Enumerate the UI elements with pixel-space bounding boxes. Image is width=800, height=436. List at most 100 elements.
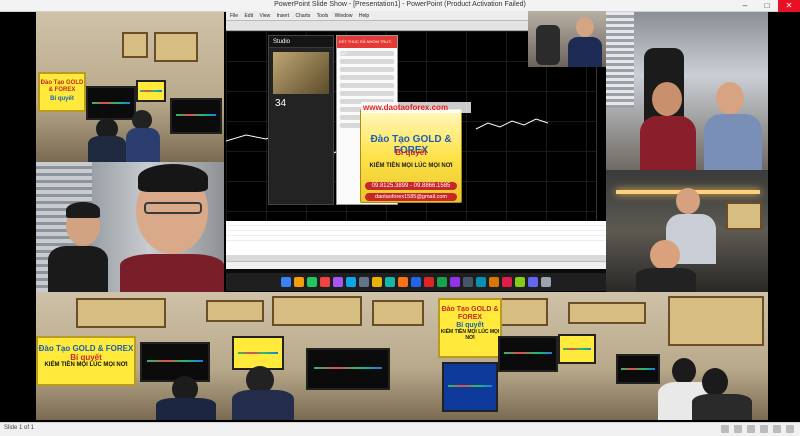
person-head xyxy=(132,110,152,130)
previous-icon[interactable] xyxy=(721,425,729,433)
wall-picture xyxy=(668,296,764,346)
app-icon[interactable] xyxy=(359,277,369,287)
slide-status-bar: Slide 1 of 1 xyxy=(0,422,800,436)
wall-picture xyxy=(726,202,762,230)
table-row[interactable] xyxy=(226,236,606,241)
slide-show-window: PowerPoint Slide Show - [Presentation1] … xyxy=(0,0,800,436)
maximize-button[interactable]: □ xyxy=(756,0,778,12)
menu-item-window[interactable]: Window xyxy=(335,13,353,19)
app-icon[interactable] xyxy=(411,277,421,287)
wall-picture xyxy=(154,32,198,62)
chat-message xyxy=(340,67,394,72)
menu-item-file[interactable]: File xyxy=(230,13,238,19)
promo-phone: 09.8125.3899 - 09.8866.1585 xyxy=(365,182,457,190)
chat-message xyxy=(340,91,394,96)
app-icon[interactable] xyxy=(372,277,382,287)
person-body xyxy=(568,37,602,67)
live-studio-panel: Studio 34 xyxy=(268,35,334,205)
menu-item-tools[interactable]: Tools xyxy=(317,13,329,19)
stream-thumbnail xyxy=(273,52,329,94)
sign-title: Đào Tạo GOLD & FOREX xyxy=(441,306,499,322)
promo-email: daotaoforex1585@gmail.com xyxy=(365,193,457,201)
app-icon[interactable] xyxy=(320,277,330,287)
person-hair xyxy=(138,164,208,192)
slide-indicator: Slide 1 of 1 xyxy=(4,425,35,431)
person-body xyxy=(232,390,294,420)
person-head xyxy=(650,240,680,270)
sign-slogan: KIẾM TIỀN MỌI LÚC MỌI NƠI xyxy=(44,362,128,369)
trading-monitor xyxy=(136,80,166,102)
finder-icon[interactable] xyxy=(281,277,291,287)
menu-item-view[interactable]: View xyxy=(259,13,270,19)
app-icon[interactable] xyxy=(463,277,473,287)
sign-subtitle: Bí quyết xyxy=(50,95,74,102)
person-head xyxy=(716,82,744,114)
person-head xyxy=(676,188,700,214)
video-tile-trading-room-1: Đào Tạo GOLD & FOREX Bí quyết xyxy=(36,12,224,162)
app-icon[interactable] xyxy=(398,277,408,287)
trading-monitor xyxy=(170,98,222,134)
trading-monitor xyxy=(86,86,136,120)
app-icon[interactable] xyxy=(294,277,304,287)
zoom-icon[interactable] xyxy=(773,425,781,433)
chat-message xyxy=(340,59,394,64)
website-url: www.daotaoforex.com xyxy=(361,102,471,113)
video-tile-selfie xyxy=(36,162,224,292)
app-icon[interactable] xyxy=(333,277,343,287)
next-icon[interactable] xyxy=(734,425,742,433)
more-options-icon[interactable] xyxy=(786,425,794,433)
trading-monitor xyxy=(232,336,284,370)
chat-message xyxy=(340,75,394,80)
person-body xyxy=(692,394,752,420)
pen-icon[interactable] xyxy=(747,425,755,433)
end-live-button[interactable]: KẾT THÚC RÂ NHÓM TRỰC TIẾP xyxy=(337,36,397,56)
app-icon[interactable] xyxy=(437,277,447,287)
close-button[interactable]: ✕ xyxy=(778,0,800,12)
person-head xyxy=(576,17,594,37)
trash-icon[interactable] xyxy=(541,277,551,287)
mt4-status-bar xyxy=(226,261,606,269)
sign-slogan: KIẾM TIỀN MỌI LÚC MỌI NƠI xyxy=(440,329,500,341)
promo-slogan: KIẾM TIỀN MỌI LÚC MỌI NƠI xyxy=(369,163,453,169)
sign-title: Đào Tạo GOLD & FOREX xyxy=(40,80,84,93)
minimize-button[interactable]: – xyxy=(734,0,756,12)
person-body xyxy=(48,246,108,292)
menu-item-edit[interactable]: Edit xyxy=(244,13,253,19)
app-icon[interactable] xyxy=(450,277,460,287)
promo-sign: Đào Tạo GOLD & FOREX Bí quyết KIẾM TIỀN … xyxy=(36,336,136,386)
presenter-webcam-inset xyxy=(528,11,606,67)
grid-icon[interactable] xyxy=(760,425,768,433)
app-icon[interactable] xyxy=(385,277,395,287)
sign-subtitle: Bí quyết xyxy=(70,353,102,363)
person-body xyxy=(120,254,224,292)
wall-picture xyxy=(272,296,362,326)
trading-monitor xyxy=(498,336,558,372)
menu-item-insert[interactable]: Insert xyxy=(277,13,290,19)
video-tile-room xyxy=(606,170,768,292)
app-icon[interactable] xyxy=(424,277,434,287)
trading-monitor xyxy=(140,342,210,382)
app-icon[interactable] xyxy=(489,277,499,287)
studio-brand: Studio xyxy=(269,36,333,48)
app-icon[interactable] xyxy=(515,277,525,287)
person-head xyxy=(672,358,696,384)
wall-picture xyxy=(568,302,646,324)
video-tile-trading-room-3: Đào Tạo GOLD & FOREX Bí quyết KIẾM TIỀN … xyxy=(438,292,768,420)
app-icon[interactable] xyxy=(346,277,356,287)
app-icon[interactable] xyxy=(528,277,538,287)
viewer-count: 34 xyxy=(275,98,287,109)
menu-item-charts[interactable]: Charts xyxy=(296,13,311,19)
app-icon[interactable] xyxy=(502,277,512,287)
person-body xyxy=(704,114,762,170)
person-head xyxy=(652,82,682,116)
gaming-chair xyxy=(536,25,560,65)
promo-subtitle: Bí quyết xyxy=(395,148,427,157)
app-icon[interactable] xyxy=(476,277,486,287)
menu-item-help[interactable]: Help xyxy=(359,13,369,19)
wall-picture xyxy=(206,300,264,322)
person-head xyxy=(702,368,728,396)
trading-monitor xyxy=(306,348,390,390)
app-icon[interactable] xyxy=(307,277,317,287)
person-body xyxy=(88,136,126,162)
person-body xyxy=(156,398,216,420)
